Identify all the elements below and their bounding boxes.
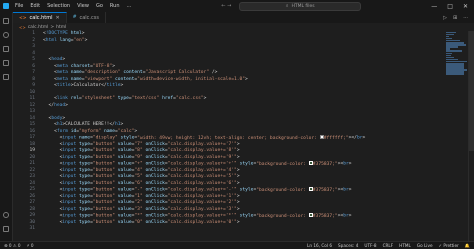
tab-calc-html[interactable]: <> calc.html ✕ (13, 12, 67, 23)
maximize-icon[interactable]: □ (447, 3, 453, 10)
go-live-button[interactable]: Go Live (417, 243, 433, 249)
nav-arrows[interactable]: ← → (221, 3, 231, 9)
run-icon[interactable]: ▷ (443, 15, 447, 21)
ports-indicator[interactable]: ⚡ 0 (27, 243, 34, 248)
breadcrumb-separator: > (50, 24, 55, 30)
extensions-icon[interactable] (3, 74, 9, 80)
search-text: HTML files (291, 3, 315, 9)
menu-edit[interactable]: Edit (30, 3, 40, 9)
language-mode[interactable]: HTML (399, 243, 411, 249)
editor-actions: ▷ ⊞ ··· (443, 12, 468, 23)
encoding[interactable]: UTF-8 (364, 243, 376, 249)
menu-more[interactable]: ... (127, 3, 132, 9)
problems-indicator[interactable]: ⊗ 0 ⚠ 0 (4, 243, 21, 248)
line-number: 31 (29, 226, 35, 231)
color-swatch (308, 187, 313, 191)
close-icon[interactable]: ✕ (55, 15, 59, 21)
tab-calc-css[interactable]: # calc.css (67, 12, 106, 23)
menu-run[interactable]: Run (110, 3, 120, 9)
title-bar: File Edit Selection View Go Run ... ← → … (0, 0, 474, 12)
code-content[interactable]: <!DOCTYPE html> <html lang="en"> <head> … (43, 31, 442, 226)
vertical-scrollbar[interactable] (468, 31, 474, 241)
css-file-icon: # (72, 15, 77, 20)
tab-label: calc.html (29, 15, 53, 21)
color-swatch (319, 135, 324, 139)
menu-go[interactable]: Go (96, 3, 103, 9)
settings-gear-icon[interactable] (3, 226, 9, 232)
run-debug-icon[interactable] (3, 60, 9, 66)
activity-bar (0, 12, 13, 241)
status-bar: ⊗ 0 ⚠ 0 ⚡ 0 Ln 16, Col 6 Spaces: 4 UTF-8… (0, 241, 474, 249)
search-sidebar-icon[interactable] (3, 32, 9, 38)
split-editor-icon[interactable]: ⊞ (453, 15, 457, 21)
menu-view[interactable]: View (77, 3, 89, 9)
line-number-gutter: 1 2 3 4 5 6 7 8 9 10 11 12 13 14 15 16 17 18 19 20 21 22 23 24 2… (13, 31, 39, 233)
prettier-status[interactable]: ✓ Prettier (439, 243, 459, 249)
search-icon: ⌕ (285, 4, 289, 9)
notifications-bell-icon[interactable]: 🔔 (465, 243, 470, 249)
command-center-search[interactable]: ⌕ HTML files (239, 1, 362, 11)
color-swatch (308, 161, 313, 165)
minimize-icon[interactable]: — (431, 3, 437, 10)
breadcrumb: <> calc.html > html (13, 23, 66, 31)
cursor-position[interactable]: Ln 16, Col 6 (307, 243, 332, 249)
breadcrumb-file[interactable]: calc.html (28, 25, 49, 30)
color-swatch (308, 213, 313, 217)
menu-file[interactable]: File (15, 3, 23, 9)
html-file-icon: <> (19, 24, 26, 30)
vscode-logo-icon (3, 3, 9, 9)
tab-label: calc.css (79, 14, 99, 21)
scrollbar-thumb[interactable] (469, 31, 474, 151)
indentation[interactable]: Spaces: 4 (338, 243, 358, 249)
menu-selection[interactable]: Selection (47, 3, 70, 9)
explorer-icon[interactable] (3, 18, 9, 24)
line-endings[interactable]: CRLF (383, 243, 394, 249)
minimap[interactable] (446, 31, 468, 91)
close-window-icon[interactable]: ✕ (463, 3, 468, 10)
html-file-icon: <> (19, 15, 27, 21)
code-editor[interactable]: 1 2 3 4 5 6 7 8 9 10 11 12 13 14 15 16 17 18 19 20 21 22 23 24 2… (13, 31, 474, 241)
account-icon[interactable] (3, 212, 9, 218)
window-controls: — □ ✕ (431, 3, 468, 10)
menu-bar: File Edit Selection View Go Run ... (15, 3, 131, 9)
editor-tabs: <> calc.html ✕ # calc.css ▷ ⊞ ··· (13, 12, 474, 23)
code-line[interactable]: <input type="button" value="0" onClick="… (43, 220, 442, 227)
source-control-icon[interactable] (3, 46, 9, 52)
more-actions-icon[interactable]: ··· (463, 15, 468, 21)
breadcrumb-element[interactable]: html (56, 25, 66, 30)
